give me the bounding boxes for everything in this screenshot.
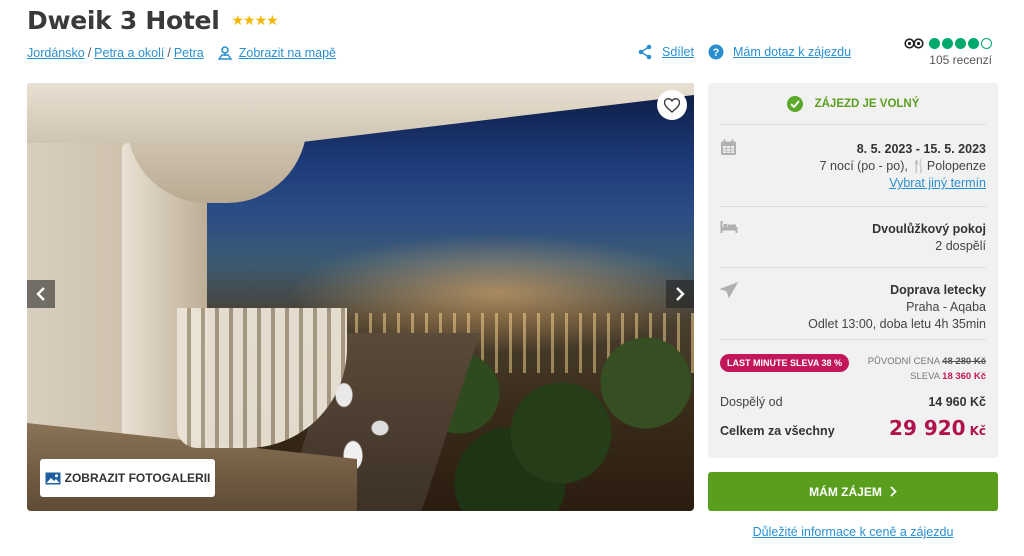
flight-route: Praha - Aqaba <box>906 300 986 314</box>
bed-icon <box>720 221 738 233</box>
adult-price: 14 960 Kč <box>928 395 986 409</box>
trip-dates: 8. 5. 2023 - 15. 5. 2023 <box>856 142 986 156</box>
original-price: 48 280 Kč <box>942 356 986 367</box>
availability-status: ZÁJEZD JE VOLNÝ <box>720 83 986 125</box>
adult-price-row: Dospělý od 14 960 Kč <box>720 395 986 409</box>
title-row: Dweik 3 Hotel ★★★★ <box>27 6 279 35</box>
rating-dot-filled <box>942 37 953 49</box>
guest-count: 2 dospělí <box>935 239 986 253</box>
price-section: LAST MINUTE SLEVA 38 % PŮVODNÍ CENA 48 2… <box>720 340 986 457</box>
map-link[interactable]: Zobrazit na mapě <box>239 46 336 60</box>
fork-knife-icon: 🍴 <box>911 159 927 173</box>
availability-label: ZÁJEZD JE VOLNÝ <box>814 97 920 110</box>
breadcrumb-separator: / <box>167 46 171 60</box>
booking-panel: ZÁJEZD JE VOLNÝ 8. 5. 2023 - 15. 5. 2023… <box>708 83 998 458</box>
total-price-label: Celkem za všechny <box>720 424 835 438</box>
total-price-amount: 29 920 <box>889 416 966 440</box>
map-pin-icon <box>217 46 233 60</box>
total-price-row: Celkem za všechny 29 920 Kč <box>720 416 986 440</box>
gallery-photo-ceiling <box>27 83 694 143</box>
price-info-link[interactable]: Důležité informace k ceně a zájezdu <box>708 525 998 539</box>
price-breakdown: PŮVODNÍ CENA 48 280 Kč SLEVA 18 360 Kč <box>868 354 986 384</box>
image-icon <box>45 472 61 484</box>
breadcrumb: Jordánsko / Petra a okolí / Petra Zobraz… <box>27 45 336 61</box>
discount-amount: 18 360 Kč <box>942 371 986 382</box>
nights-label: 7 nocí (po - po), <box>819 159 908 173</box>
hotel-title: Dweik 3 Hotel <box>27 6 220 35</box>
original-price-label: PŮVODNÍ CENA <box>867 356 940 367</box>
share-link[interactable]: Sdílet <box>662 45 694 59</box>
breadcrumb-region[interactable]: Petra a okolí <box>94 46 164 60</box>
check-circle-icon <box>786 95 803 112</box>
rating-dot-empty <box>981 37 992 49</box>
flight-departure: Odlet 13:00, doba letu 4h 35min <box>808 317 986 331</box>
nights-board: 7 nocí (po - po), 🍴Polopenze <box>720 158 986 175</box>
gallery-prev-button[interactable] <box>27 280 55 308</box>
tripadvisor-rating[interactable]: 105 recenzí <box>904 37 992 67</box>
map-link-wrap[interactable]: Zobrazit na mapě <box>217 45 336 61</box>
total-price: 29 920 Kč <box>889 416 986 440</box>
airplane-icon <box>720 282 738 299</box>
chevron-right-icon <box>676 287 685 301</box>
breadcrumb-city[interactable]: Petra <box>174 46 204 60</box>
photo-gallery[interactable]: ZOBRAZIT FOTOGALERII <box>27 83 694 511</box>
favorite-button[interactable] <box>657 90 687 120</box>
question-link[interactable]: Mám dotaz k zájezdu <box>733 45 851 59</box>
gallery-next-button[interactable] <box>666 280 694 308</box>
adult-price-label: Dospělý od <box>720 395 783 409</box>
rating-dot-filled <box>955 37 966 49</box>
transport-section: Doprava letecky Praha - Aqaba Odlet 13:0… <box>720 268 986 340</box>
tripadvisor-owl-icon <box>904 38 924 49</box>
svg-text:?: ? <box>713 47 720 59</box>
rating-dot-filled <box>929 37 940 49</box>
chevron-left-icon <box>36 287 45 301</box>
tripadvisor-dots <box>904 37 992 49</box>
room-section: Dvoulůžkový pokoj 2 dospělí <box>720 207 986 268</box>
question-icon: ? <box>708 44 724 60</box>
term-section: 8. 5. 2023 - 15. 5. 2023 7 nocí (po - po… <box>720 125 986 207</box>
share-icon <box>638 44 652 60</box>
open-gallery-label: ZOBRAZIT FOTOGALERII <box>64 471 211 485</box>
question-action[interactable]: ? Mám dotaz k zájezdu <box>708 44 851 60</box>
breadcrumb-country[interactable]: Jordánsko <box>27 46 85 60</box>
interest-button-label: MÁM ZÁJEM <box>809 484 882 499</box>
room-type: Dvoulůžkový pokoj <box>872 222 986 236</box>
interest-button[interactable]: MÁM ZÁJEM <box>708 472 998 511</box>
calendar-icon <box>721 139 736 155</box>
board-label: Polopenze <box>926 159 986 173</box>
star-rating: ★★★★ <box>231 12 278 28</box>
transport-type: Doprava letecky <box>890 283 986 297</box>
discount-label: SLEVA <box>910 371 940 382</box>
chevron-right-icon <box>890 486 897 497</box>
open-gallery-button[interactable]: ZOBRAZIT FOTOGALERII <box>40 459 215 497</box>
breadcrumb-separator: / <box>87 46 92 60</box>
review-count: 105 recenzí <box>929 53 992 67</box>
page-actions: Sdílet ? Mám dotaz k zájezdu <box>637 44 851 60</box>
heart-icon <box>664 97 680 113</box>
rating-dot-filled <box>968 37 979 49</box>
last-minute-badge: LAST MINUTE SLEVA 38 % <box>720 354 850 372</box>
share-action[interactable]: Sdílet <box>637 44 694 60</box>
change-date-link[interactable]: Vybrat jiný termín <box>889 176 986 190</box>
total-price-currency: Kč <box>969 424 986 438</box>
